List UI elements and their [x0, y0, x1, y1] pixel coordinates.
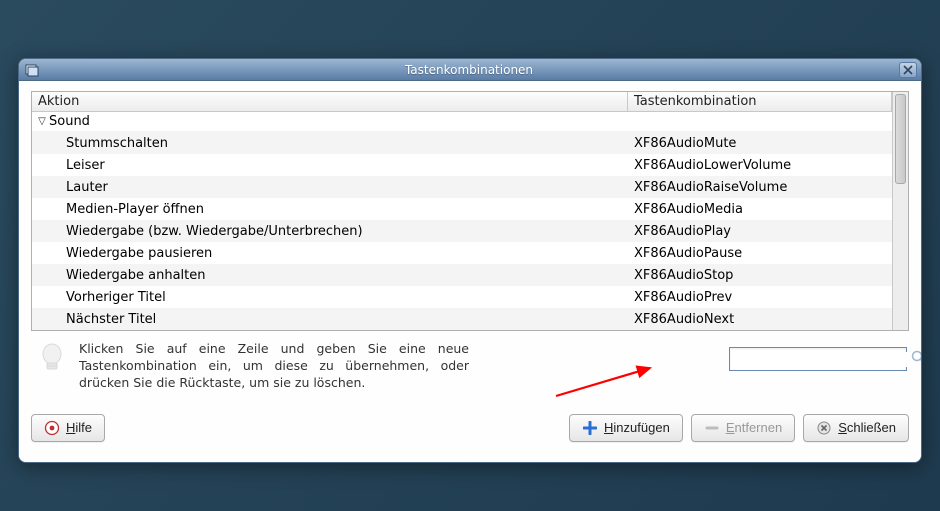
help-icon	[44, 420, 60, 436]
cell-combo: XF86AudioMute	[628, 136, 892, 151]
minus-icon	[704, 420, 720, 436]
cell-combo: XF86AudioNext	[628, 312, 892, 327]
cell-action: Vorheriger Titel	[32, 290, 628, 305]
group-label: Sound	[49, 114, 90, 129]
cell-action: Leiser	[32, 158, 628, 173]
window-icon	[25, 63, 39, 77]
help-label: Hilfe	[66, 420, 92, 435]
titlebar[interactable]: Tastenkombinationen	[19, 59, 921, 81]
close-x-icon	[816, 420, 832, 436]
table-row[interactable]: LauterXF86AudioRaiseVolume	[32, 176, 892, 198]
add-button[interactable]: Hinzufügen	[569, 414, 683, 442]
table-row[interactable]: Wiedergabe pausierenXF86AudioPause	[32, 242, 892, 264]
scrollbar[interactable]	[892, 92, 908, 330]
table-row[interactable]: Nächster TitelXF86AudioNext	[32, 308, 892, 330]
cell-combo: XF86AudioLowerVolume	[628, 158, 892, 173]
add-label: Hinzufügen	[604, 420, 670, 435]
search-icon	[910, 349, 922, 369]
cell-combo: XF86AudioMedia	[628, 202, 892, 217]
close-button[interactable]: Schließen	[803, 414, 909, 442]
table-row[interactable]: Wiedergabe anhaltenXF86AudioStop	[32, 264, 892, 286]
plus-icon	[582, 420, 598, 436]
remove-label: Entfernen	[726, 420, 782, 435]
hint-row: Klicken Sie auf eine Zeile und geben Sie…	[31, 341, 909, 392]
cell-action: Medien-Player öffnen	[32, 202, 628, 217]
expand-icon[interactable]: ▽	[35, 116, 49, 127]
cell-combo: XF86AudioStop	[628, 268, 892, 283]
table-row[interactable]: Vorheriger TitelXF86AudioPrev	[32, 286, 892, 308]
remove-button: Entfernen	[691, 414, 795, 442]
cell-combo: XF86AudioPause	[628, 246, 892, 261]
group-row[interactable]: ▽Sound	[32, 112, 892, 132]
table-header: Aktion Tastenkombination	[32, 92, 892, 112]
cell-action: Stummschalten	[32, 136, 628, 151]
table-row[interactable]: Medien-Player öffnenXF86AudioMedia	[32, 198, 892, 220]
scrollbar-thumb[interactable]	[895, 94, 906, 184]
column-action[interactable]: Aktion	[32, 92, 628, 111]
cell-combo: XF86AudioPrev	[628, 290, 892, 305]
cell-combo: XF86AudioPlay	[628, 224, 892, 239]
cell-action: Wiedergabe pausieren	[32, 246, 628, 261]
close-label: Schließen	[838, 420, 896, 435]
hint-text: Klicken Sie auf eine Zeile und geben Sie…	[79, 341, 469, 392]
dialog-content: Aktion Tastenkombination ▽SoundStummscha…	[19, 81, 921, 462]
close-icon[interactable]	[899, 62, 917, 78]
button-row: Hilfe Hinzufügen Entfernen Schließen	[31, 414, 909, 442]
column-combo[interactable]: Tastenkombination	[628, 92, 892, 111]
table-row[interactable]: LeiserXF86AudioLowerVolume	[32, 154, 892, 176]
help-button[interactable]: Hilfe	[31, 414, 105, 442]
search-input-wrap[interactable]	[729, 347, 907, 371]
search-input[interactable]	[734, 352, 910, 367]
cell-combo: XF86AudioRaiseVolume	[628, 180, 892, 195]
cell-action: Nächster Titel	[32, 312, 628, 327]
dialog-window: Tastenkombinationen Aktion Tastenkombina…	[18, 58, 922, 463]
window-title: Tastenkombinationen	[39, 63, 899, 77]
table-row[interactable]: StummschaltenXF86AudioMute	[32, 132, 892, 154]
lightbulb-icon	[35, 341, 69, 375]
shortcuts-table: Aktion Tastenkombination ▽SoundStummscha…	[31, 91, 909, 331]
cell-action: Wiedergabe anhalten	[32, 268, 628, 283]
cell-action: Lauter	[32, 180, 628, 195]
table-row[interactable]: Wiedergabe (bzw. Wiedergabe/Unterbrechen…	[32, 220, 892, 242]
cell-action: Wiedergabe (bzw. Wiedergabe/Unterbrechen…	[32, 224, 628, 239]
